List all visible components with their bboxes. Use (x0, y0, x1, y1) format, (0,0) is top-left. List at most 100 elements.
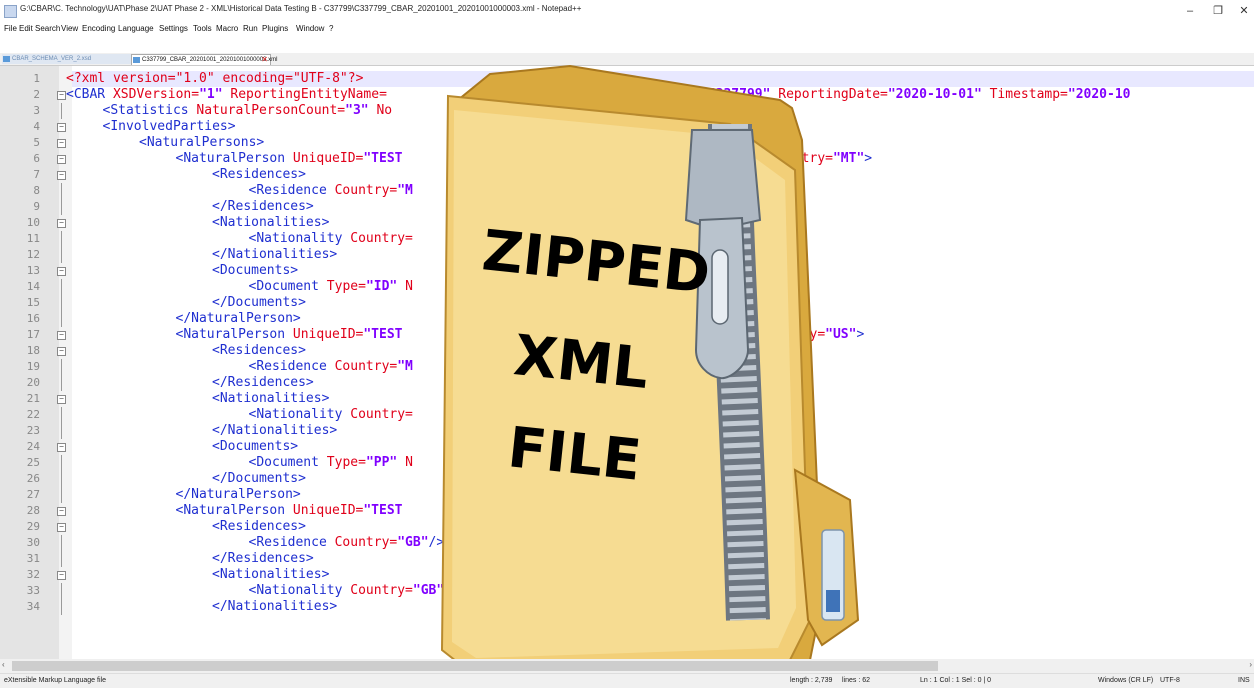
close-button[interactable]: ✕ (1234, 2, 1254, 20)
menu-file[interactable]: File (4, 24, 17, 33)
fold-toggle-icon[interactable]: − (57, 171, 66, 180)
code-text: <Document Type="PP" N (249, 455, 413, 471)
fold-toggle-icon[interactable]: − (57, 347, 66, 356)
menu-edit[interactable]: Edit (19, 24, 33, 33)
fold-toggle-icon[interactable]: − (57, 139, 66, 148)
code-text: <InvolvedParties> (103, 119, 236, 135)
line-number: 18 (26, 344, 40, 357)
code-token: <NaturalPerson (175, 151, 293, 166)
code-text: <?xml version="1.0" encoding="UTF-8"?> (66, 71, 363, 87)
code-token: </NaturalPerson> (175, 311, 301, 326)
line-number: 7 (33, 168, 40, 181)
menu-search[interactable]: Search (35, 24, 60, 33)
status-length: length : 2,739 (790, 677, 833, 684)
fold-toggle-icon[interactable]: − (57, 267, 66, 276)
fold-toggle-icon[interactable]: − (57, 395, 66, 404)
menu-plugins[interactable]: Plugins (262, 24, 288, 33)
menu-encoding[interactable]: Encoding (82, 24, 115, 33)
tab-close-icon[interactable]: ✕ (261, 55, 268, 65)
line-number: 5 (33, 136, 40, 149)
menu-run[interactable]: Run (243, 24, 258, 33)
code-text: </Documents> (212, 295, 306, 311)
code-token: <Nationality (248, 231, 351, 246)
code-token: "TEST (363, 327, 403, 342)
fold-line (61, 551, 62, 567)
fold-line (61, 375, 62, 391)
code-text: <Residence Country="GB"/> (249, 535, 445, 551)
fold-line (61, 407, 62, 423)
tab-xml-file[interactable]: C337799_CBAR_20201001_20201001000003.xml… (131, 54, 277, 65)
code-token: <NaturalPerson (175, 327, 293, 342)
fold-line (61, 359, 62, 375)
zip-folder-overlay: ZIPPED XML FILE (430, 60, 870, 675)
code-token: <Document (248, 279, 327, 294)
menu-settings[interactable]: Settings (159, 24, 188, 33)
code-token: </Nationalities> (212, 423, 338, 438)
menu-macro[interactable]: Macro (216, 24, 238, 33)
fold-line (61, 231, 62, 247)
menu-help[interactable]: ? (329, 24, 333, 33)
line-number: 6 (33, 152, 40, 165)
fold-toggle-icon[interactable]: − (57, 507, 66, 516)
line-number: 8 (33, 184, 40, 197)
code-token: </Residences> (212, 375, 314, 390)
menu-tools[interactable]: Tools (193, 24, 212, 33)
tab-cbar-schema[interactable]: CBAR_SCHEMA_VER_2.xsd (2, 54, 137, 64)
code-token: Type= (326, 279, 366, 294)
maximize-button[interactable]: ❐ (1208, 2, 1228, 20)
code-token: <Residences> (212, 519, 306, 534)
fold-toggle-icon[interactable]: − (57, 523, 66, 532)
code-token: Timestamp= (981, 87, 1068, 102)
fold-line (61, 535, 62, 551)
scroll-thumb[interactable] (12, 661, 938, 671)
code-token: UniqueID= (292, 151, 364, 166)
fold-toggle-icon[interactable]: − (57, 331, 66, 340)
line-number: 25 (26, 456, 40, 469)
status-bar: eXtensible Markup Language file length :… (0, 673, 1254, 688)
line-number: 10 (26, 216, 40, 229)
window-title: G:\CBAR\C. Technology\UAT\Phase 2\UAT Ph… (20, 4, 582, 13)
code-token: <Statistics (102, 103, 197, 118)
code-token: <Residence (248, 535, 335, 550)
fold-toggle-icon[interactable]: − (57, 155, 66, 164)
minimize-button[interactable]: – (1180, 2, 1200, 20)
menu-window[interactable]: Window (296, 24, 324, 33)
line-number: 24 (26, 440, 40, 453)
fold-line (61, 487, 62, 503)
line-number: 4 (33, 120, 40, 133)
line-number: 14 (26, 280, 40, 293)
code-text: <Nationality Country="GB"/> (249, 583, 460, 599)
fold-line (61, 103, 62, 119)
horizontal-scrollbar[interactable]: ‹ › (0, 659, 1254, 673)
code-token: "TEST (363, 151, 403, 166)
scroll-right-icon[interactable]: › (1249, 660, 1252, 669)
code-token: "2020-10 (1067, 87, 1131, 102)
code-token: NaturalPersonCount= (196, 103, 346, 118)
code-token: Country= (334, 535, 398, 550)
code-token: "1" (199, 87, 223, 102)
line-number: 16 (26, 312, 40, 325)
code-text: <Document Type="ID" N (249, 279, 413, 295)
fold-line (61, 311, 62, 327)
code-token: "2020-10-01" (887, 87, 982, 102)
code-text: <Nationality Country= (249, 407, 413, 423)
menu-language[interactable]: Language (118, 24, 154, 33)
code-text: </Residences> (212, 375, 314, 391)
fold-toggle-icon[interactable]: − (57, 123, 66, 132)
code-token: Country= (334, 359, 398, 374)
fold-toggle-icon[interactable]: − (57, 571, 66, 580)
scroll-left-icon[interactable]: ‹ (2, 660, 5, 669)
code-text: <NaturalPersons> (139, 135, 264, 151)
code-token: Country= (350, 583, 413, 598)
fold-line (61, 279, 62, 295)
tab-label: CBAR_SCHEMA_VER_2.xsd (12, 56, 92, 62)
fold-toggle-icon[interactable]: − (57, 443, 66, 452)
code-token: XSDVersion= (112, 87, 200, 102)
fold-toggle-icon[interactable]: − (57, 91, 66, 100)
menu-view[interactable]: View (61, 24, 78, 33)
tab-label: C337799_CBAR_20201001_20201001000003.xml (142, 57, 278, 63)
fold-toggle-icon[interactable]: − (57, 219, 66, 228)
line-number: 11 (26, 232, 40, 245)
code-token: </NaturalPerson> (175, 487, 301, 502)
code-token: <Residences> (212, 343, 306, 358)
